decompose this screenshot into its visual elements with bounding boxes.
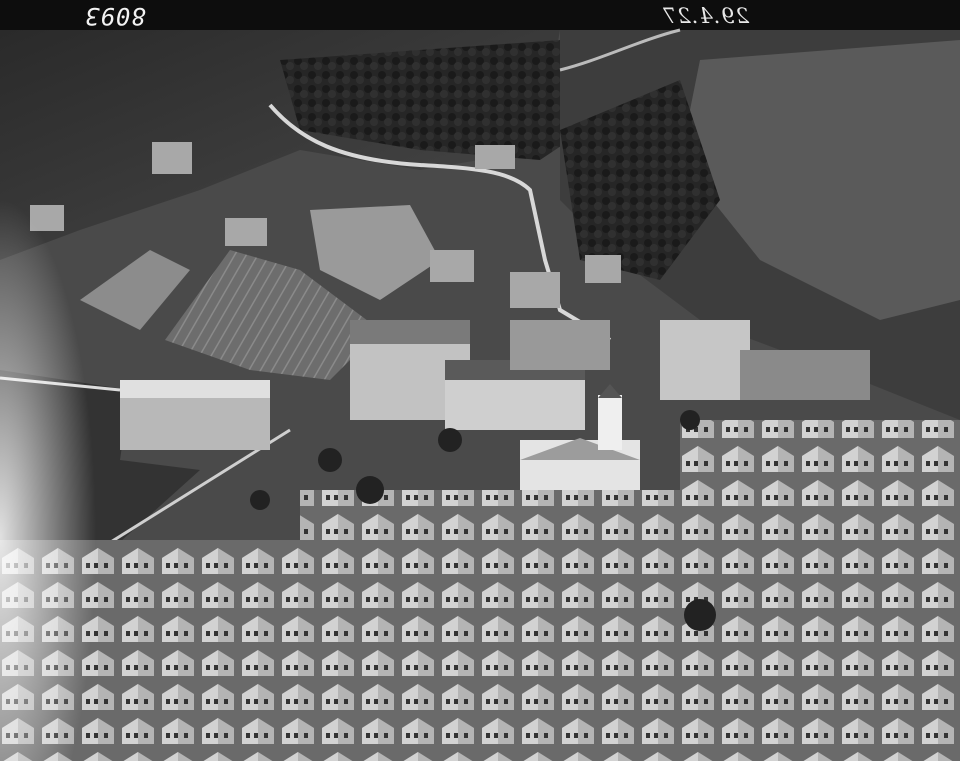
plate-date: 29.4.27 [662, 4, 750, 28]
village-roofs-right [680, 420, 960, 761]
aerial-photograph [0, 0, 960, 761]
plate-number: 8093 [84, 2, 146, 30]
village-roofs-center [300, 490, 720, 761]
light-leak [0, 200, 160, 761]
